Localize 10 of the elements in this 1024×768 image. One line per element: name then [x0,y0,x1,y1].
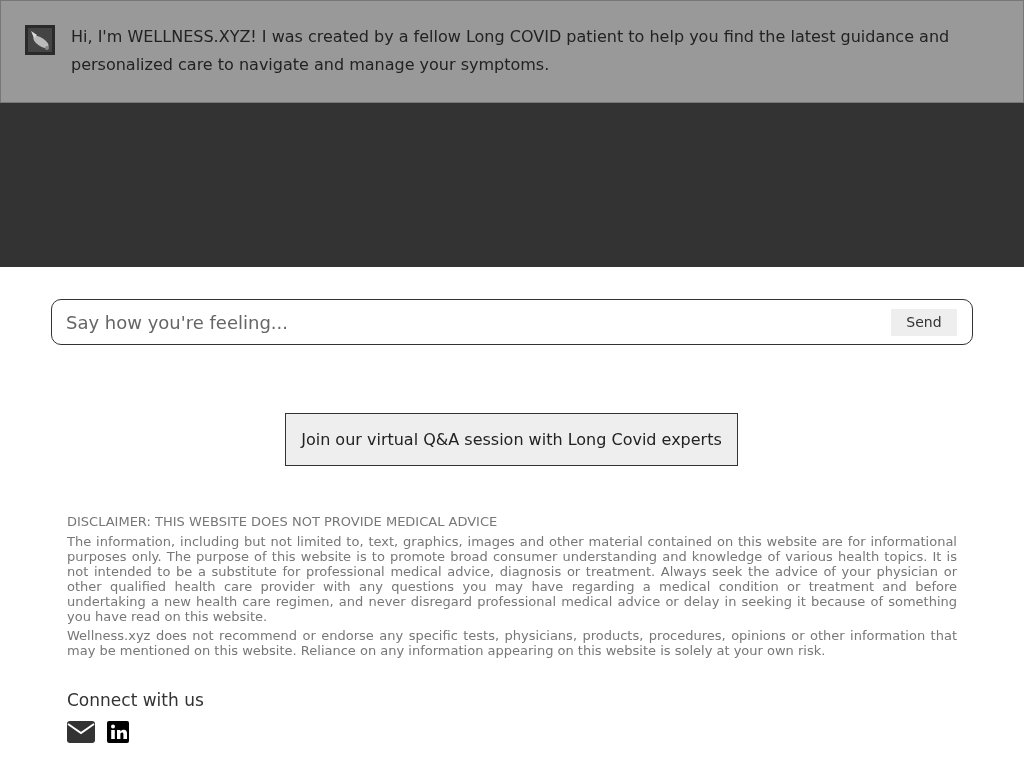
disclaimer-heading: DISCLAIMER: THIS WEBSITE DOES NOT PROVIDE MEDICAL ADVICE [67,514,499,530]
send-button[interactable]: Send [891,308,957,336]
email-icon[interactable] [67,721,95,743]
disclaimer-text: The information, including but not limited to, text, graphics, images and other material contained on this website are for informational purposes only. The purpose of this website is to promote broad consumer understanding and knowledge of various health topics. It is not intended to be a substitute for professional medical advice, diagnosis or treatment. Always seek the advice of your physician or other qualified health care provider with any questions you may have regarding a medical condition or treatment and before undertaking a new health care regimen, and never disregard professional medical advice or delay in seeking it because of something you have read on this website. [67,534,957,624]
linkedin-icon[interactable] [107,721,129,743]
connect-heading: Connect with us [67,690,205,710]
disclaimer-text: Wellness.xyz does not recommend or endorse any specific tests, physicians, products, procedures, opinions or other information that may be mentioned on this website. Reliance on any information appearing on this website is solely at your own risk. [67,628,957,658]
chat-input-field[interactable]: Say how you're feeling... Send [51,299,973,345]
qa-session-button[interactable]: Join our virtual Q&A session with Long Covid experts [285,413,738,466]
chat-message: Hi, I'm WELLNESS.XYZ! I was created by a fellow Long COVID patient to help you find the latest guidance and personalized care to navigate and manage your symptoms. [71,26,951,76]
